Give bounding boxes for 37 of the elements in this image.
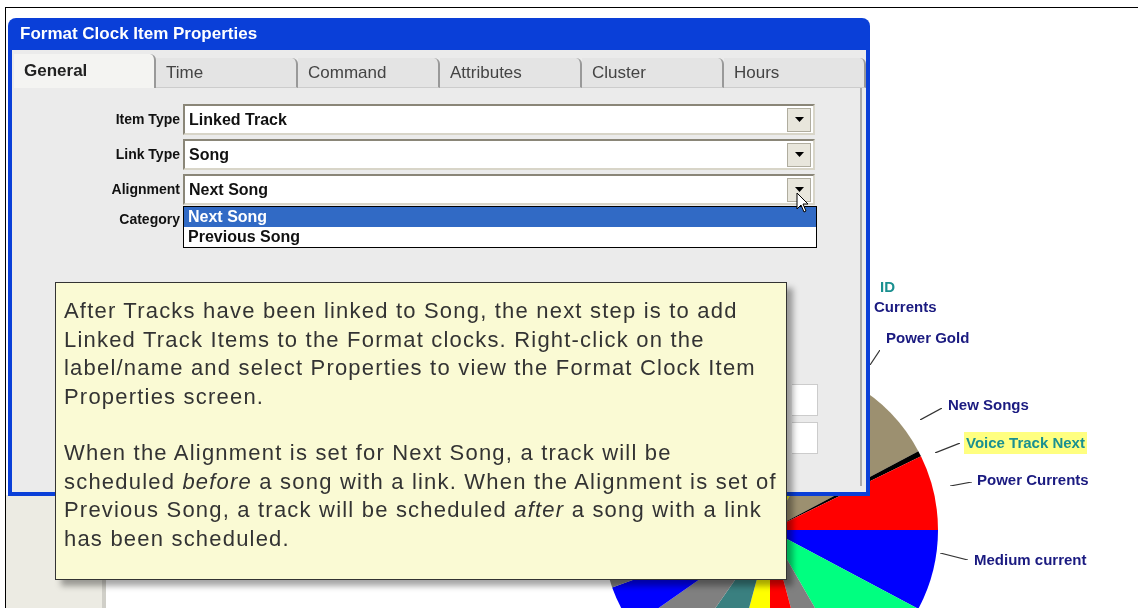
- dropdown-field[interactable]: Next Song: [183, 174, 815, 205]
- dropdown-field[interactable]: Linked Track: [183, 104, 815, 135]
- chart-label: Power Currents: [977, 471, 1089, 488]
- tab[interactable]: Hours: [724, 58, 866, 88]
- chart-label: ID: [880, 278, 895, 295]
- tab[interactable]: Time: [156, 58, 298, 88]
- field-label: Item Type: [114, 110, 181, 129]
- window-title: Format Clock Item Properties: [20, 23, 258, 46]
- field-label: Category: [118, 210, 181, 229]
- dropdown-button[interactable]: [787, 107, 811, 132]
- caret-icon: [794, 152, 804, 157]
- tooltip-paragraph: After Tracks have been linked to Song, the next step is to add Linked Track Items to the Format clocks. Right-click on the label/name and select Properties to view the Format Clock Item Properties screen.: [64, 297, 757, 411]
- dropdown-field[interactable]: Song: [183, 139, 815, 170]
- leader-line: [935, 443, 960, 453]
- tab[interactable]: Cluster: [582, 58, 724, 88]
- input-field[interactable]: [792, 384, 818, 416]
- field-label: Link Type: [114, 145, 181, 164]
- leader-line: [920, 408, 942, 420]
- dropdown-button[interactable]: [787, 142, 811, 167]
- leader-line: [870, 350, 880, 365]
- dropdown-option[interactable]: Next Song: [184, 207, 816, 227]
- field-label: Alignment: [110, 180, 181, 199]
- chart-label: Voice Track Next: [966, 434, 1085, 451]
- tab[interactable]: General: [14, 54, 156, 88]
- dropdown-button[interactable]: [787, 177, 811, 202]
- input-field[interactable]: [792, 422, 818, 454]
- tab[interactable]: Command: [298, 58, 440, 88]
- caret-icon: [794, 117, 804, 122]
- tooltip-paragraph: When the Alignment is set for Next Song, a track will be scheduled before a song with a link. When the Alignment is set of Previous Song, a track will be scheduled after a song with a link has been scheduled.: [64, 439, 778, 553]
- tab[interactable]: Attributes: [440, 58, 582, 88]
- chart-label: Power Gold: [886, 329, 970, 346]
- chart-label: New Songs: [948, 396, 1029, 413]
- chart-label: Currents: [874, 298, 937, 315]
- chart-label: Medium current: [974, 551, 1087, 568]
- leader-line: [950, 482, 972, 486]
- dropdown-option[interactable]: Previous Song: [184, 227, 816, 247]
- leader-line: [940, 553, 968, 560]
